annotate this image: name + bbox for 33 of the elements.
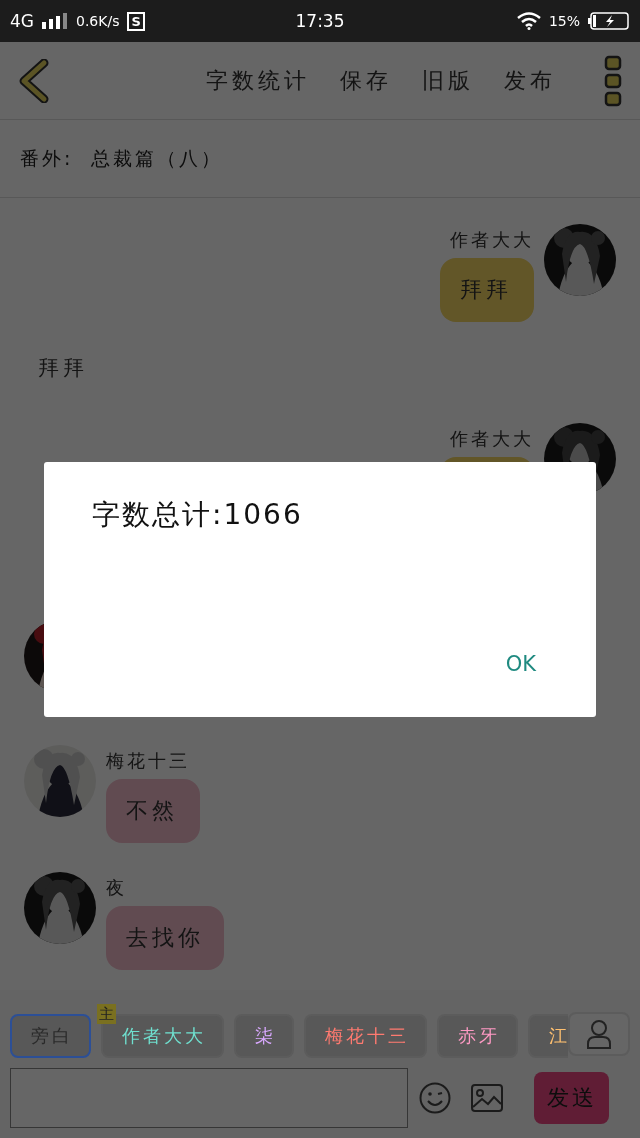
sender-name: 作者大大 xyxy=(450,427,534,451)
clock: 17:35 xyxy=(295,11,345,31)
role-chip[interactable]: 柒 xyxy=(234,1014,294,1058)
emoji-icon[interactable] xyxy=(419,1082,451,1114)
app-notification-badge: S xyxy=(127,11,145,31)
sender-name: 作者大大 xyxy=(450,228,534,252)
person-icon xyxy=(586,1019,612,1049)
narration-text: 拜拜 xyxy=(37,355,89,382)
message-bubble: 拜拜 xyxy=(440,258,534,322)
chapter-title: 番外: 总裁篇（八） xyxy=(20,145,224,171)
battery-charging-icon xyxy=(588,12,630,30)
dialog-message: 字数总计:1066 xyxy=(92,497,303,533)
ok-button[interactable]: OK xyxy=(501,650,540,678)
menu-icon[interactable] xyxy=(604,54,622,107)
toolbar-action[interactable]: 字数统计 xyxy=(206,65,310,96)
toolbar-action[interactable]: 保存 xyxy=(340,65,392,96)
network-speed: 0.6K/s xyxy=(76,13,120,29)
message-input-field[interactable] xyxy=(10,1068,408,1128)
message-bubble: 不然 xyxy=(106,779,200,843)
message-bubble: 去找你 xyxy=(106,906,224,970)
add-role-button[interactable] xyxy=(568,1012,630,1056)
signal-icon xyxy=(42,13,68,29)
toolbar-action[interactable]: 发布 xyxy=(504,65,556,96)
sender-name: 梅花十三 xyxy=(106,749,191,773)
wifi-icon xyxy=(516,12,541,30)
network-type: 4G xyxy=(10,11,34,31)
toolbar-action[interactable]: 旧版 xyxy=(422,65,474,96)
battery-percent: 15% xyxy=(548,13,580,29)
image-icon[interactable] xyxy=(471,1084,503,1112)
role-chip[interactable]: 梅花十三 xyxy=(304,1014,427,1058)
main-role-badge: 主 xyxy=(97,1004,116,1024)
sender-name: 夜 xyxy=(106,876,128,900)
role-chip[interactable]: 赤牙 xyxy=(437,1014,518,1058)
